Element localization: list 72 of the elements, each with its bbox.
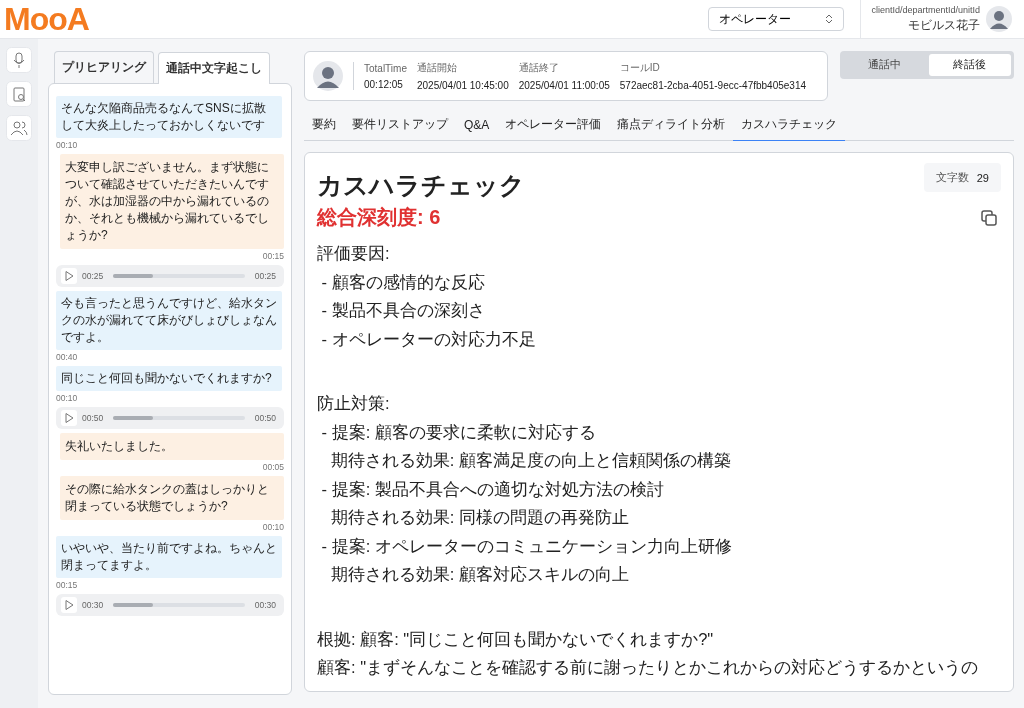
analysis-tab[interactable]: 要約 bbox=[304, 109, 344, 141]
message-time: 00:40 bbox=[56, 352, 79, 362]
audio-time: 00:50 bbox=[82, 413, 104, 423]
analysis-tab[interactable]: 要件リストアップ bbox=[344, 109, 456, 141]
user-name: モビルス花子 bbox=[908, 16, 980, 34]
analysis-tab[interactable]: 痛点ディライト分析 bbox=[609, 109, 734, 141]
analysis-tab[interactable]: Q&A bbox=[456, 109, 498, 141]
audio-duration: 00:25 bbox=[254, 271, 276, 281]
sort-caret-icon bbox=[825, 14, 834, 24]
operator-message: 失礼いたしました。 bbox=[60, 433, 284, 460]
severity-score: 総合深刻度: 6 bbox=[317, 205, 441, 230]
report-line: 評価要因: bbox=[317, 243, 391, 264]
message-time: 00:15 bbox=[56, 580, 79, 590]
report-line: - 提案: 製品不具合への適切な対処方法の検討 bbox=[320, 478, 665, 500]
message-time: 00:10 bbox=[262, 522, 284, 532]
user-path: clientId/departmentId/unitId bbox=[871, 4, 980, 15]
report-line: - オペレーターの対応力不足 bbox=[320, 328, 537, 350]
info-label: コールID bbox=[619, 61, 661, 75]
panel-tab[interactable]: プリヒアリング bbox=[54, 51, 154, 83]
report-line: 期待される効果: 顧客満足度の向上と信頼関係の構築 bbox=[329, 450, 732, 471]
audio-duration: 00:30 bbox=[254, 600, 276, 610]
info-label: 通話開始 bbox=[417, 61, 458, 75]
panel-tab[interactable]: 通話中文字起こし bbox=[158, 52, 270, 84]
analysis-tab[interactable]: カスハラチェック bbox=[733, 109, 846, 141]
call-state-option[interactable]: 終話後 bbox=[928, 54, 1011, 76]
play-icon[interactable] bbox=[61, 268, 77, 284]
char-count-label: 文字数 bbox=[935, 170, 969, 185]
report-line: 顧客: "まずそんなことを確認する前に謝ったりとかこれからの対応どうするかというの bbox=[317, 657, 980, 679]
operator-avatar-icon bbox=[313, 61, 343, 91]
audio-progress-track[interactable] bbox=[113, 274, 245, 278]
microphone-icon[interactable] bbox=[6, 47, 32, 73]
report-line: 防止対策: bbox=[317, 393, 391, 414]
info-value: 572aec81-2cba-4051-9ecc-47fbb405e314 bbox=[619, 80, 807, 91]
info-value: 2025/04/01 10:45:00 bbox=[417, 80, 509, 91]
report-line: - 顧客の感情的な反応 bbox=[320, 271, 486, 293]
operator-message: その際に給水タンクの蓋はしっかりと閉まっている状態でしょうか? bbox=[60, 476, 284, 520]
logo: MooA bbox=[4, 0, 89, 38]
info-value: 2025/04/01 11:00:05 bbox=[518, 80, 610, 91]
audio-time: 00:30 bbox=[82, 600, 104, 610]
users-icon[interactable] bbox=[6, 115, 32, 141]
report-line: 根拠: 顧客: "同じこと何回も聞かないでくれますか?" bbox=[317, 628, 715, 650]
customer-message: そんな欠陥商品売るなんてSNSに拡散して大炎上したっておかしくないです bbox=[56, 96, 282, 138]
play-icon[interactable] bbox=[61, 410, 77, 426]
message-time: 00:10 bbox=[56, 393, 79, 403]
play-icon[interactable] bbox=[61, 597, 77, 613]
info-label: 通話終了 bbox=[518, 61, 560, 75]
message-time: 00:05 bbox=[262, 462, 284, 472]
report-line: 期待される効果: 顧客対応スキルの向上 bbox=[329, 564, 630, 585]
call-state-option[interactable]: 通話中 bbox=[843, 54, 926, 76]
clipboard-search-icon[interactable] bbox=[6, 81, 32, 107]
report-line: - 製品不具合の深刻さ bbox=[320, 300, 486, 321]
char-count-value: 29 bbox=[976, 171, 989, 184]
customer-message: 今も言ったと思うんですけど、給水タンクの水が漏れてて床がびしょびしょなんですよ。 bbox=[56, 291, 282, 350]
analysis-tab[interactable]: オペレーター評価 bbox=[497, 109, 610, 141]
customer-message: いやいや、当たり前ですよね。ちゃんと閉まってますよ。 bbox=[56, 536, 282, 578]
operator-message: 大変申し訳ございません。まず状態について確認させていただきたいんですが、水は加湿器の中から漏れているのか、それとも機械から漏れているでしょうか? bbox=[60, 154, 284, 249]
report-line: - 提案: 顧客の要求に柔軟に対応する bbox=[320, 421, 597, 443]
message-time: 00:10 bbox=[56, 140, 79, 150]
report-line: 期待される効果: 同様の問題の再発防止 bbox=[329, 507, 630, 528]
role-select[interactable]: オペレーター bbox=[708, 7, 845, 31]
message-time: 00:15 bbox=[262, 251, 284, 261]
customer-message: 同じこと何回も聞かないでくれますか? bbox=[56, 366, 282, 391]
info-label: TotalTime bbox=[364, 62, 407, 74]
report-line: - 提案: オペレーターのコミュニケーション力向上研修 bbox=[320, 535, 733, 557]
audio-progress-track[interactable] bbox=[113, 416, 245, 420]
audio-duration: 00:50 bbox=[254, 413, 276, 423]
avatar-icon[interactable] bbox=[986, 6, 1012, 32]
info-value: 00:12:05 bbox=[364, 78, 404, 90]
copy-icon[interactable] bbox=[981, 209, 997, 226]
audio-time: 00:25 bbox=[82, 271, 104, 281]
report-title: カスハラチェック bbox=[317, 170, 525, 201]
audio-progress-track[interactable] bbox=[113, 603, 245, 607]
